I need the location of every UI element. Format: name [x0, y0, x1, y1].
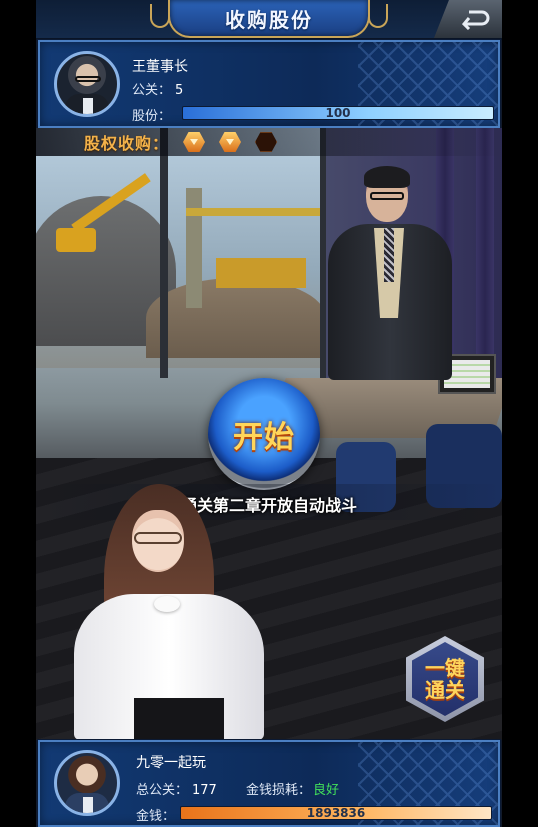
money-value: 1893836 — [306, 806, 366, 820]
opponent-shares-label: 股份： — [132, 109, 172, 124]
page-title: 收购股份 — [225, 7, 313, 32]
one-click-clear-line1: 一键 — [425, 656, 465, 680]
acquisition-stars-row: 股权收购： — [36, 128, 502, 156]
money-label: 金钱： — [136, 809, 176, 824]
star-filled-icon — [183, 132, 206, 152]
secretary-character — [74, 484, 264, 740]
opponent-level-value: 5 — [175, 83, 184, 98]
player-total-level: 总公关： 177 — [136, 779, 217, 798]
player-avatar — [54, 750, 120, 816]
businessman-character — [318, 166, 458, 380]
acquisition-label: 股权收购： — [84, 134, 170, 153]
opponent-level-label: 公关： — [132, 83, 172, 98]
header-bar: 收购股份 — [36, 0, 502, 40]
start-label: 开始 — [233, 420, 295, 455]
star-filled-icon — [219, 132, 242, 152]
shares-bar: 100 — [182, 106, 494, 120]
money-loss-label: 金钱损耗： — [246, 783, 312, 798]
battle-scene: 股权收购： 开始 通关第二章开放自动战斗 一键 通关 — [36, 128, 502, 740]
title-plate: 收购股份 — [150, 0, 388, 38]
start-button[interactable]: 开始 — [208, 378, 320, 490]
opponent-name: 王董事长 — [132, 59, 188, 75]
one-click-clear-line2: 通关 — [425, 678, 465, 702]
player-card: 九零一起玩 总公关： 177 金钱损耗： 良好 金钱： 1893836 — [38, 740, 500, 827]
player-name: 九零一起玩 — [136, 755, 206, 771]
star-empty-icon — [255, 132, 278, 152]
back-button[interactable] — [434, 0, 502, 38]
back-arrow-icon — [461, 10, 490, 30]
game-screen: 收购股份 王董事长 公关： 5 股份： 100 股权收购： 开始 通关第二章开放… — [36, 0, 502, 827]
total-level-value: 177 — [192, 783, 217, 798]
opponent-card: 王董事长 公关： 5 股份： 100 — [38, 40, 500, 128]
total-level-label: 总公关： — [136, 783, 189, 798]
shares-value: 100 — [325, 106, 351, 120]
money-loss: 金钱损耗： 良好 — [246, 779, 339, 798]
money-bar: 1893836 — [180, 806, 492, 820]
opponent-avatar — [54, 51, 120, 117]
opponent-level: 公关： 5 — [132, 79, 183, 98]
money-loss-value: 良好 — [313, 783, 340, 798]
